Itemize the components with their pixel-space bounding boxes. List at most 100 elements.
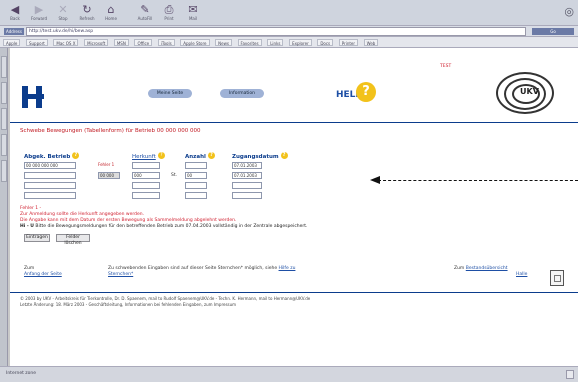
info-note: Hi - U Bitte die Bewegungsmeldungen für … [20, 224, 308, 229]
side-tab-favorites[interactable] [1, 56, 7, 78]
home-button[interactable]: ⌂ Home [100, 3, 122, 24]
column-header-anzahl: Anzahl? [185, 152, 215, 160]
address-input[interactable]: http://test.ukv.de/hi/bew.asp [26, 27, 526, 36]
scroll-corner[interactable] [566, 370, 574, 379]
mail-button[interactable]: ✉ Mail [182, 3, 204, 24]
anzahl-input[interactable] [185, 162, 207, 169]
bookmark-item[interactable]: Explorer [289, 39, 312, 46]
anzahl-input[interactable]: 00 [185, 172, 207, 179]
print-button[interactable]: ⎙ Print [158, 3, 180, 24]
error-title: Fehler 1 - [20, 206, 42, 211]
side-tab-scrapbook[interactable] [1, 134, 7, 156]
zugangsdatum-input[interactable] [232, 182, 262, 189]
bookmark-item[interactable]: Office [134, 39, 153, 46]
to-top-link[interactable]: Anfang der Seite [24, 272, 62, 278]
side-tab-history[interactable] [1, 82, 7, 104]
stop-icon: ✕ [58, 3, 68, 16]
help-icon: ? [356, 82, 376, 102]
help-icon[interactable]: ? [72, 152, 80, 159]
status-bar: Internet zone [0, 366, 578, 382]
herkunft-prefix-input[interactable]: 00 000 [98, 172, 120, 179]
bookmark-item[interactable]: Apple Store [180, 39, 210, 46]
footer-divider [10, 292, 578, 293]
header-divider [10, 122, 578, 123]
anzahl-input[interactable] [185, 182, 207, 189]
halle-link[interactable]: Halle [516, 272, 527, 278]
anzahl-input[interactable] [185, 192, 207, 199]
annotation-arrow-icon [370, 176, 380, 184]
overview-label: Zum Bestandsübersicht [454, 266, 508, 271]
annotation-arrow-line [378, 180, 578, 181]
test-badge: TEST [440, 64, 452, 69]
forward-button[interactable]: ▶ Forward [28, 3, 50, 24]
betrieb-input[interactable] [24, 172, 76, 179]
betrieb-input[interactable] [24, 182, 76, 189]
back-button[interactable]: ◀ Back [4, 3, 26, 24]
refresh-icon: ↻ [82, 3, 92, 16]
last-changed-line: Letzte Änderung: 18. März 2003 - Geschäf… [20, 302, 237, 307]
browser-logo-icon: ◎ [564, 5, 574, 18]
back-arrow-icon: ◀ [10, 3, 20, 16]
bookmark-item[interactable]: News [215, 39, 232, 46]
hi-logo [22, 86, 44, 108]
reset-button[interactable]: Felder löschen [56, 234, 90, 246]
mail-icon: ✉ [188, 3, 198, 16]
bookmark-item[interactable]: MSN [113, 39, 129, 46]
betrieb-input[interactable] [24, 192, 76, 199]
asterisk-hint: Zu schwebenden Eingaben sind auf dieser … [108, 266, 296, 271]
go-button[interactable]: Go [532, 28, 574, 35]
unit-label: St. [171, 173, 178, 178]
inventory-overview-link[interactable]: Bestandsübersicht [466, 266, 508, 271]
favorites-bar: Apple Support Mac OS X Microsoft MSN Off… [0, 37, 578, 48]
page-content: Meine Seite Information HELP ? TEST UKV … [10, 48, 578, 366]
page-header: Meine Seite Information HELP ? TEST UKV [10, 48, 578, 120]
autofill-icon: ✎ [140, 3, 150, 16]
stop-button[interactable]: ✕ Stop [52, 3, 74, 24]
copyright-line: © 2003 by UKV - Arbeitskreis für Tierkon… [20, 296, 311, 301]
bookmark-item[interactable]: Printer [338, 39, 359, 46]
column-header-betrieb: Abgek. Betrieb? [24, 152, 80, 160]
side-tab-page-holder[interactable] [1, 160, 7, 182]
bookmark-item[interactable]: Microsoft [84, 39, 109, 46]
bookmark-item[interactable]: Web [363, 39, 379, 46]
ukv-logo: UKV [490, 72, 570, 114]
help-icon[interactable]: ? [207, 152, 215, 159]
bookmark-item[interactable]: Links [267, 39, 284, 46]
print-page-icon[interactable] [550, 270, 564, 286]
bookmark-item[interactable]: Support [25, 39, 48, 46]
help-icon[interactable]: ? [157, 152, 165, 159]
help-icon[interactable]: ? [280, 152, 288, 159]
zugangsdatum-input[interactable]: 07.01.2003 [232, 162, 262, 169]
bookmark-item[interactable]: Docs [317, 39, 334, 46]
column-header-zugangsdatum: Zugangsdatum? [232, 152, 288, 160]
fehler-label: Fehler 1 [98, 162, 115, 167]
zugangsdatum-input[interactable]: 07.01.2003 [232, 172, 262, 179]
asterisk-link[interactable]: Sternchen* [108, 272, 133, 278]
home-icon: ⌂ [107, 3, 115, 16]
herkunft-input[interactable] [132, 192, 160, 199]
submit-button[interactable]: Eintragen [24, 234, 50, 242]
bookmark-item[interactable]: Favorites [237, 39, 262, 46]
page-title: Schwebe Bewegungen (Tabellenform) für Be… [20, 128, 201, 134]
herkunft-input[interactable] [132, 162, 160, 169]
bookmark-item[interactable]: iTools [157, 39, 175, 46]
help-asterisk-link[interactable]: Hilfe zu [279, 266, 296, 271]
column-header-herkunft[interactable]: Herkunft? [132, 152, 165, 160]
status-text: Internet zone [6, 371, 37, 376]
error-message: Die Angabe kann mit dem Datum der ersten… [20, 218, 237, 223]
forward-arrow-icon: ▶ [34, 3, 44, 16]
side-tab-search[interactable] [1, 108, 7, 130]
zugangsdatum-input[interactable] [232, 192, 262, 199]
explorer-side-tabs [0, 48, 8, 366]
bookmark-item[interactable]: Apple [3, 39, 21, 46]
autofill-button[interactable]: ✎ AutoFill [134, 3, 156, 24]
address-bar: Address http://test.ukv.de/hi/bew.asp Go [0, 26, 578, 37]
print-icon: ⎙ [164, 3, 174, 16]
betrieb-input[interactable]: 00 000 000 000 [24, 162, 76, 169]
nav-my-page-button[interactable]: Meine Seite [148, 89, 192, 98]
bookmark-item[interactable]: Mac OS X [53, 39, 79, 46]
herkunft-input[interactable]: 000 [132, 172, 160, 179]
nav-information-button[interactable]: Information [220, 89, 264, 98]
refresh-button[interactable]: ↻ Refresh [76, 3, 98, 24]
herkunft-input[interactable] [132, 182, 160, 189]
